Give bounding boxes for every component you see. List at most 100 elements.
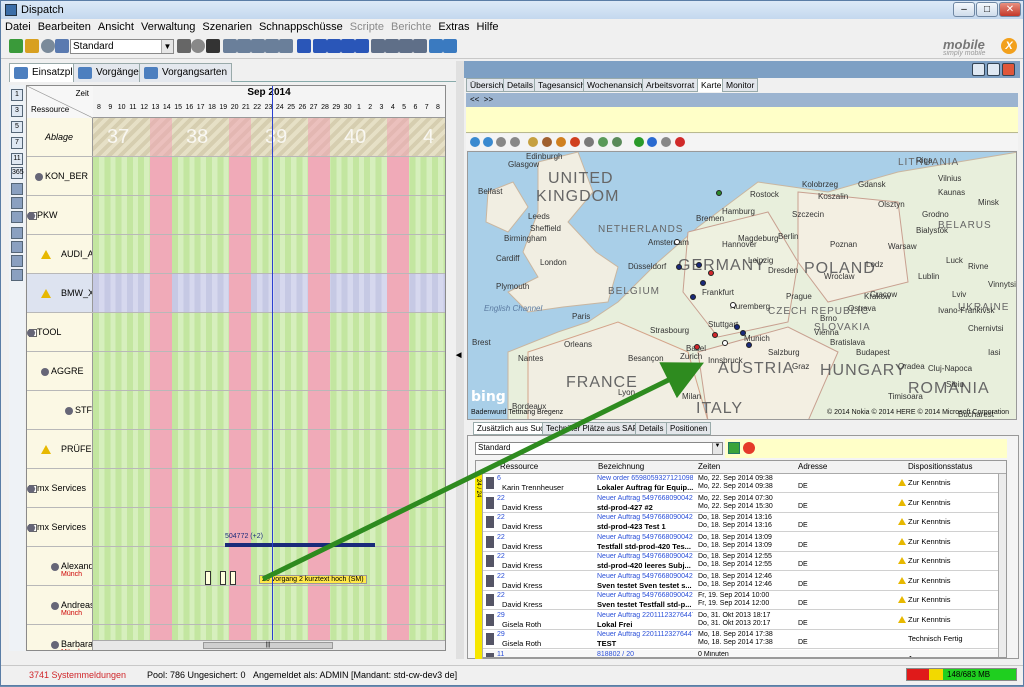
close-button[interactable]: ✕	[999, 2, 1021, 17]
row-reference[interactable]: Neuer Auftrag 22011123276447...	[597, 612, 693, 619]
map-tool-icon[interactable]	[510, 137, 520, 147]
menu-item-berichte[interactable]: Berichte	[387, 19, 434, 33]
row-grid[interactable]	[93, 352, 445, 390]
map-marker[interactable]	[700, 280, 706, 286]
table-row[interactable]: 6 Karin Trennheuser New order 659805932712…	[476, 474, 998, 493]
table-row[interactable]: 29 Gisela Roth Neuer Auftrag 2201112327644…	[476, 611, 998, 630]
table-row[interactable]: 22 David Kress Neuer Auftrag 5497668090042…	[476, 533, 998, 552]
user-remove-icon[interactable]	[355, 39, 369, 53]
map-marker[interactable]	[690, 294, 696, 300]
layout-1-icon[interactable]	[371, 39, 385, 53]
map-tool-icon[interactable]	[661, 137, 671, 147]
zoom-button[interactable]: 3	[11, 105, 23, 117]
tool-icon[interactable]	[11, 269, 23, 281]
export-icon[interactable]	[25, 39, 39, 53]
row-reference[interactable]: New order 6598059327121098 / 10	[597, 475, 693, 482]
maximize-button[interactable]: □	[976, 2, 998, 17]
row-grid[interactable]	[93, 157, 445, 195]
tab-wochenansicht[interactable]: Wochenansicht	[583, 78, 649, 92]
map-marker[interactable]	[722, 340, 728, 346]
map-marker[interactable]	[712, 332, 718, 338]
map-tool-icon[interactable]	[470, 137, 480, 147]
task-marker[interactable]	[230, 571, 236, 585]
column-header[interactable]: Zeiten	[698, 462, 720, 471]
tab-monitor[interactable]: Monitor	[722, 78, 759, 92]
menu-item-hilfe[interactable]: Hilfe	[473, 19, 502, 33]
map-tool-icon[interactable]	[647, 137, 657, 147]
zoom-button[interactable]: 7	[11, 137, 23, 149]
map-marker[interactable]	[694, 344, 700, 350]
map-marker[interactable]	[730, 302, 736, 308]
column-header[interactable]: Bezeichnung	[598, 462, 644, 471]
table-row[interactable]: 29 Gisela Roth Neuer Auftrag 2201112327644…	[476, 630, 998, 649]
filter-clear-icon[interactable]	[191, 39, 205, 53]
tool-icon[interactable]	[11, 255, 23, 267]
tab-techniker-plätze-aus-sap[interactable]: Techniker Plätze aus SAP	[542, 422, 643, 435]
map-tool-icon[interactable]	[496, 137, 506, 147]
row-reference[interactable]: Neuer Auftrag 54976680900427...	[597, 592, 693, 599]
tab-arbeitsvorrat[interactable]: Arbeitsvorrat	[642, 78, 699, 92]
tab-details[interactable]: Details	[635, 422, 668, 435]
map-marker[interactable]	[674, 239, 680, 245]
nav-prev-button[interactable]: <<	[470, 95, 479, 104]
splitter[interactable]: ◀	[456, 61, 464, 659]
task-marker[interactable]	[220, 571, 226, 585]
minimize-button[interactable]: –	[953, 2, 975, 17]
tool-icon[interactable]	[11, 227, 23, 239]
tab-details[interactable]: Details	[503, 78, 537, 92]
menu-item-extras[interactable]: Extras	[434, 19, 472, 33]
map-tool-icon[interactable]	[483, 137, 493, 147]
row-reference[interactable]: Neuer Auftrag 54976680900429...	[597, 514, 693, 521]
map-marker[interactable]	[734, 324, 740, 330]
view-1-icon[interactable]	[223, 39, 237, 53]
view-2-icon[interactable]	[237, 39, 251, 53]
row-reference[interactable]: Neuer Auftrag 54976680900429...	[597, 573, 693, 580]
row-reference[interactable]: Neuer Auftrag 54976680900429...	[597, 495, 693, 502]
user-add-icon[interactable]	[327, 39, 341, 53]
map-tool-icon[interactable]	[528, 137, 538, 147]
gantt-hscrollbar[interactable]: |||	[93, 640, 445, 650]
zoom-button[interactable]: 5	[11, 121, 23, 133]
menu-item-datei[interactable]: Datei	[1, 19, 34, 33]
row-grid[interactable]	[93, 508, 445, 546]
filter-select[interactable]: Standard ▼	[475, 442, 723, 455]
status-messages[interactable]: 3741 Systemmeldungen	[29, 670, 126, 680]
task-bar[interactable]	[225, 543, 375, 547]
table-vscrollbar[interactable]	[998, 474, 1006, 657]
tab-vorgänge[interactable]: Vorgänge	[73, 63, 144, 82]
tool-icon[interactable]	[11, 183, 23, 195]
map-marker[interactable]	[716, 190, 722, 196]
map-marker[interactable]	[746, 342, 752, 348]
chevron-down-icon[interactable]: ▼	[161, 40, 173, 53]
row-grid[interactable]	[93, 391, 445, 429]
nav-next-button[interactable]: >>	[484, 95, 493, 104]
row-grid[interactable]	[93, 196, 445, 234]
table-row[interactable]: 22 David Kress Neuer Auftrag 5497668090042…	[476, 552, 998, 571]
menu-item-schnappschüsse[interactable]: Schnappschüsse	[255, 19, 346, 33]
menu-item-bearbeiten[interactable]: Bearbeiten	[34, 19, 94, 33]
view-3-icon[interactable]	[251, 39, 265, 53]
column-header[interactable]: Ressource	[500, 462, 538, 471]
table-row[interactable]: 22 David Kress Neuer Auftrag 5497668090042…	[476, 572, 998, 591]
table-row[interactable]: 22 David Kress Neuer Auftrag 5497668090042…	[476, 513, 998, 532]
tab-vorgangsarten[interactable]: Vorgangsarten	[139, 63, 233, 82]
map-tool-icon[interactable]	[556, 137, 566, 147]
row-grid[interactable]	[93, 430, 445, 468]
zoom-button[interactable]: 11	[11, 153, 23, 165]
map-tool-icon[interactable]	[570, 137, 580, 147]
map-marker[interactable]	[694, 364, 700, 370]
map-tool-icon[interactable]	[542, 137, 552, 147]
menu-item-szenarien[interactable]: Szenarien	[198, 19, 255, 33]
layout-3-icon[interactable]	[399, 39, 413, 53]
row-grid[interactable]	[93, 586, 445, 624]
row-grid[interactable]	[93, 235, 445, 273]
table-row[interactable]: 22 David Kress Neuer Auftrag 5497668090042…	[476, 591, 998, 610]
zoom-button[interactable]: 1	[11, 89, 23, 101]
menu-item-verwaltung[interactable]: Verwaltung	[137, 19, 198, 33]
row-grid[interactable]	[93, 469, 445, 507]
close-pane-icon[interactable]	[1002, 63, 1015, 76]
map-tool-icon[interactable]	[584, 137, 594, 147]
map-marker[interactable]	[740, 330, 746, 336]
row-grid[interactable]	[93, 313, 445, 351]
window-pane-icon[interactable]	[987, 63, 1000, 76]
